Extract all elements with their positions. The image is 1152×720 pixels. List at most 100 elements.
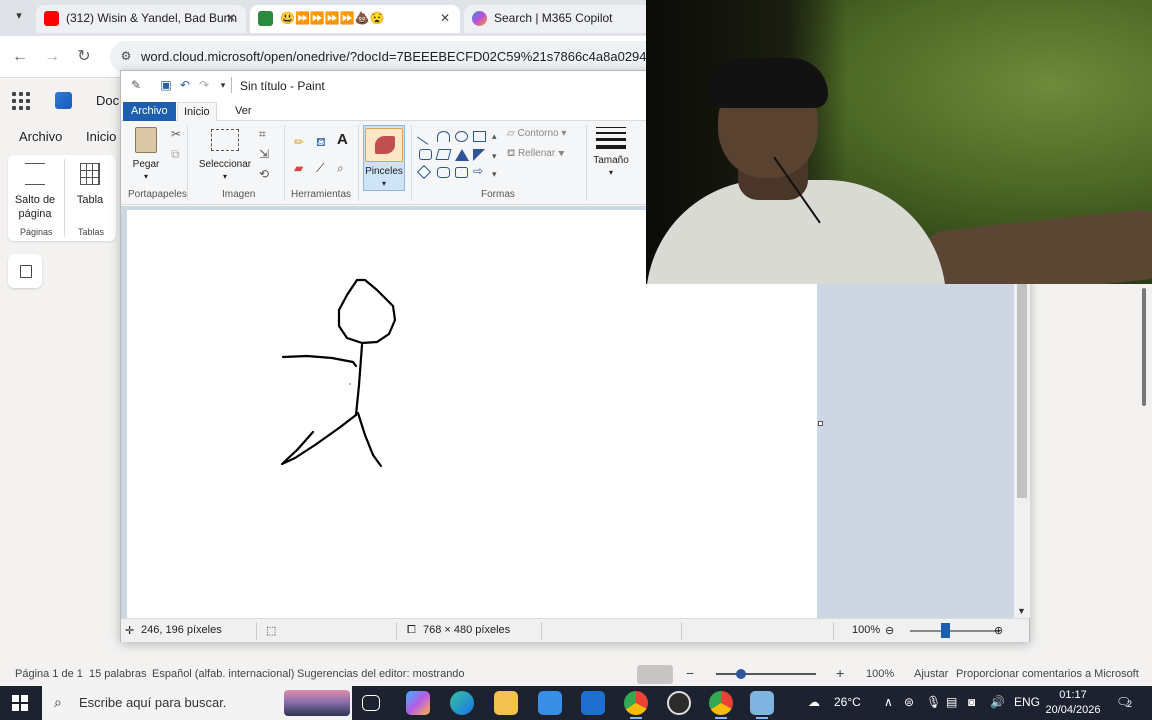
camera-app-icon[interactable]: ◙: [968, 695, 975, 709]
shapes-scroll-up-icon[interactable]: ▴: [492, 129, 497, 143]
document-title[interactable]: Doc: [96, 93, 119, 108]
feedback-link[interactable]: Proporcionar comentarios a Microsoft: [956, 668, 1139, 680]
tab-inicio[interactable]: Inicio: [86, 129, 116, 144]
zoom-slider-thumb[interactable]: [736, 669, 746, 679]
view-mode-button[interactable]: [637, 665, 673, 684]
magnifier-icon[interactable]: ⌕: [337, 161, 344, 175]
forward-arrow-icon[interactable]: →: [42, 47, 62, 67]
rectangle-shape-icon[interactable]: [473, 131, 486, 142]
cut-icon[interactable]: ✂: [171, 127, 181, 141]
windows-start-icon[interactable]: [12, 695, 28, 711]
tab-ver[interactable]: Ver: [229, 102, 258, 121]
rounded-rect-shape-icon[interactable]: [419, 149, 432, 160]
triangle-shape-icon[interactable]: [455, 149, 469, 161]
reload-icon[interactable]: ↻: [74, 47, 94, 67]
browser-tab-active[interactable]: 😃⏩⏩⏩⏩💩😧 ✕: [250, 5, 460, 33]
meet-now-icon[interactable]: ⊜: [904, 695, 914, 709]
copilot-taskbar-icon[interactable]: [406, 691, 430, 715]
tab-archivo[interactable]: Archivo: [123, 102, 176, 121]
file-explorer-icon[interactable]: [494, 691, 518, 715]
chrome-profile-icon[interactable]: [709, 691, 733, 719]
weather-temp[interactable]: 26°C: [834, 695, 861, 709]
language-status[interactable]: Español (alfab. internacional): [152, 668, 294, 680]
microphone-icon[interactable]: 🎙: [926, 695, 941, 709]
address-bar[interactable]: ⚙ word.cloud.microsoft/open/onedrive/?do…: [110, 41, 690, 73]
zoom-in-icon[interactable]: ⊕: [994, 624, 1003, 637]
editor-suggestions[interactable]: Sugerencias del editor: mostrando: [297, 668, 465, 680]
edge-icon[interactable]: [450, 691, 474, 715]
resize-icon[interactable]: ⇲: [259, 147, 269, 161]
line-shape-icon[interactable]: [417, 128, 434, 145]
input-language[interactable]: ENG: [1014, 695, 1040, 709]
oval-shape-icon[interactable]: [455, 131, 468, 142]
url-text[interactable]: word.cloud.microsoft/open/onedrive/?docI…: [141, 49, 690, 64]
shapes-more-icon[interactable]: ▾: [492, 167, 497, 181]
color-picker-icon[interactable]: ⟋: [316, 161, 324, 175]
quick-access-chevron-icon[interactable]: ▾: [216, 78, 230, 92]
zoom-slider[interactable]: [716, 673, 816, 675]
task-view-icon[interactable]: [362, 695, 380, 711]
page-break-button[interactable]: Salto de página: [14, 163, 56, 221]
copy-icon[interactable]: ⧉: [171, 147, 180, 161]
rotate-icon[interactable]: ⟲: [259, 167, 269, 181]
browser-tab-copilot[interactable]: Search | M365 Copilot: [464, 5, 654, 33]
brushes-button[interactable]: Pinceles ▾: [363, 125, 405, 191]
chrome-icon[interactable]: [624, 691, 648, 719]
word-scrollbar[interactable]: [1138, 284, 1152, 662]
save-icon[interactable]: ▣: [159, 78, 173, 92]
pencil-icon[interactable]: ✏: [294, 135, 304, 149]
network-icon[interactable]: ▤: [946, 695, 957, 709]
hexagon-shape-icon[interactable]: [455, 167, 468, 178]
scrollbar-thumb[interactable]: [1142, 288, 1146, 406]
crop-icon[interactable]: ⌗: [259, 127, 266, 141]
site-info-icon[interactable]: ⚙: [118, 49, 134, 65]
pentagon-shape-icon[interactable]: [437, 167, 450, 178]
close-icon[interactable]: ✕: [440, 5, 450, 32]
tab-inicio[interactable]: Inicio: [177, 102, 217, 121]
close-icon[interactable]: ✕: [226, 5, 236, 32]
clock[interactable]: 01:17 20/04/2026: [1042, 688, 1104, 718]
diamond-shape-icon[interactable]: [416, 164, 432, 180]
polygon-shape-icon[interactable]: [435, 149, 452, 160]
fill-button[interactable]: ⛾ Rellenar ▾: [507, 148, 565, 160]
zoom-out-icon[interactable]: −: [686, 665, 694, 681]
hidden-icons-chevron-icon[interactable]: ∧: [884, 695, 893, 709]
scroll-down-icon[interactable]: ▼: [1017, 606, 1026, 616]
undo-icon[interactable]: ↶: [178, 78, 192, 92]
curve-shape-icon[interactable]: [437, 131, 450, 142]
outline-button[interactable]: ▱ Contorno ▾: [507, 128, 566, 140]
fit-button[interactable]: Ajustar: [914, 668, 948, 680]
eraser-icon[interactable]: ▰: [294, 161, 303, 175]
search-highlight-image[interactable]: [284, 690, 350, 716]
navigation-pane-button[interactable]: [8, 254, 42, 288]
right-triangle-shape-icon[interactable]: [473, 149, 485, 161]
paint-app-icon[interactable]: ✎: [129, 78, 143, 92]
word-count[interactable]: 15 palabras: [89, 668, 147, 680]
microsoft-store-icon[interactable]: [538, 691, 562, 715]
tab-archivo[interactable]: Archivo: [19, 129, 62, 144]
zoom-slider[interactable]: [910, 630, 1000, 632]
weather-icon[interactable]: ☁: [808, 695, 820, 709]
zoom-out-icon[interactable]: ⊖: [885, 624, 894, 637]
table-button[interactable]: Tabla: [70, 163, 110, 207]
app-launcher-icon[interactable]: [12, 92, 30, 110]
shapes-scroll-down-icon[interactable]: ▾: [492, 149, 497, 163]
volume-icon[interactable]: 🔊: [990, 695, 1005, 709]
tab-search-chevron-icon[interactable]: ▾: [10, 9, 28, 27]
fill-bucket-icon[interactable]: ⛾: [316, 135, 326, 149]
zoom-level[interactable]: 100%: [866, 668, 894, 680]
zoom-in-icon[interactable]: +: [836, 665, 844, 681]
paste-button[interactable]: Pegar ▾: [129, 127, 163, 183]
redo-icon[interactable]: ↷: [197, 78, 211, 92]
back-arrow-icon[interactable]: ←: [10, 47, 30, 67]
outlook-icon[interactable]: [581, 691, 605, 715]
paint-taskbar-icon[interactable]: [750, 691, 774, 719]
obs-icon[interactable]: [667, 691, 691, 715]
zoom-slider-thumb[interactable]: [941, 623, 950, 638]
canvas-resize-handle[interactable]: [818, 421, 823, 426]
arrow-shape-icon[interactable]: ⇨: [473, 164, 483, 178]
size-button[interactable]: Tamaño ▾: [591, 127, 631, 179]
select-button[interactable]: Seleccionar ▾: [197, 129, 253, 183]
text-tool-icon[interactable]: A: [337, 132, 348, 147]
browser-tab-youtube[interactable]: (312) Wisin & Yandel, Bad Bunn ✕: [36, 5, 246, 33]
